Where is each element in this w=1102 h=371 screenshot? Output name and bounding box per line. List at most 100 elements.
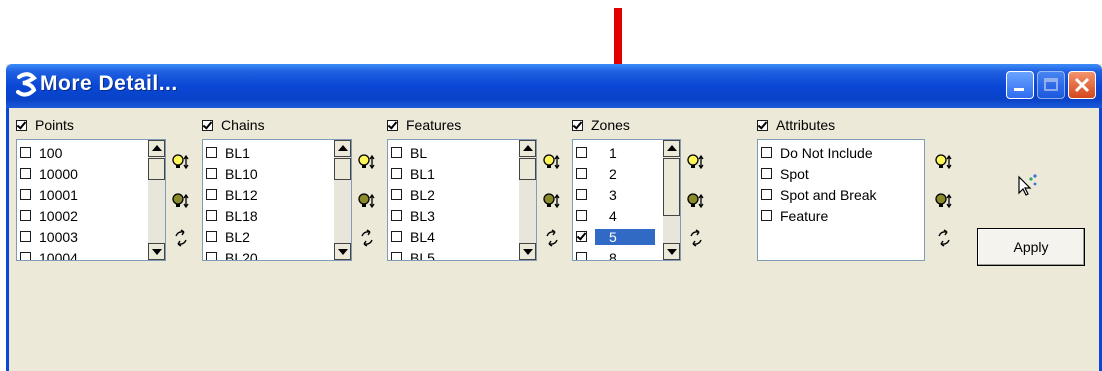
lightbulb-select-icon[interactable] — [685, 152, 707, 174]
scroll-down-button[interactable] — [334, 243, 351, 260]
scroll-down-button[interactable] — [663, 243, 680, 260]
close-button[interactable] — [1068, 71, 1096, 99]
item-checkbox[interactable] — [206, 189, 217, 200]
item-checkbox[interactable] — [761, 168, 772, 179]
apply-button[interactable]: Apply — [977, 228, 1085, 266]
item-checkbox[interactable] — [391, 210, 402, 221]
scroll-thumb[interactable] — [663, 158, 680, 216]
invert-selection-icon[interactable] — [933, 227, 955, 249]
list-item[interactable]: 3 — [575, 184, 655, 205]
lightbulb-select-icon[interactable] — [356, 152, 378, 174]
item-checkbox[interactable] — [761, 189, 772, 200]
list-item[interactable]: BL12 — [205, 184, 258, 205]
invert-selection-icon[interactable] — [356, 227, 378, 249]
list-item[interactable]: BL20 — [205, 247, 258, 260]
points-group-checkbox[interactable] — [16, 119, 27, 131]
list-item[interactable]: 4 — [575, 205, 655, 226]
list-item[interactable]: BL1 — [390, 163, 435, 184]
item-checkbox[interactable] — [20, 231, 31, 242]
invert-selection-icon[interactable] — [541, 227, 563, 249]
title-bar[interactable]: More Detail... — [6, 64, 1102, 108]
list-item[interactable]: BL4 — [390, 226, 435, 247]
invert-selection-icon[interactable] — [685, 227, 707, 249]
list-item[interactable]: 10000 — [19, 163, 78, 184]
list-item[interactable]: BL18 — [205, 205, 258, 226]
chains-scrollbar[interactable] — [334, 140, 351, 260]
item-checkbox[interactable] — [206, 168, 217, 179]
item-checkbox[interactable] — [391, 189, 402, 200]
points-scrollbar[interactable] — [148, 140, 165, 260]
scroll-up-button[interactable] — [663, 140, 680, 157]
scroll-up-button[interactable] — [519, 140, 536, 157]
points-group-header[interactable]: Points — [16, 116, 74, 134]
item-checkbox[interactable] — [576, 189, 587, 200]
item-checkbox[interactable] — [576, 147, 587, 158]
scroll-up-button[interactable] — [148, 140, 165, 157]
list-item[interactable]: BL10 — [205, 163, 258, 184]
zones-group-header[interactable]: Zones — [572, 116, 630, 134]
zones-group-checkbox[interactable] — [572, 119, 583, 131]
features-listbox[interactable]: BL BL1 BL2 BL3 BL4 BL5 — [387, 139, 537, 261]
item-checkbox[interactable] — [576, 231, 587, 242]
lightbulb-select-icon[interactable] — [170, 152, 192, 174]
features-scrollbar[interactable] — [519, 140, 536, 260]
list-item[interactable]: 1 — [575, 142, 655, 163]
list-item[interactable]: BL — [390, 142, 435, 163]
item-checkbox[interactable] — [761, 147, 772, 158]
invert-selection-icon[interactable] — [170, 227, 192, 249]
list-item[interactable]: BL2 — [205, 226, 258, 247]
list-item[interactable]: Spot and Break — [760, 184, 877, 205]
list-item[interactable]: 10001 — [19, 184, 78, 205]
scroll-thumb[interactable] — [148, 158, 165, 180]
features-group-checkbox[interactable] — [387, 119, 398, 131]
item-checkbox[interactable] — [20, 189, 31, 200]
list-item[interactable]: BL3 — [390, 205, 435, 226]
minimize-button[interactable] — [1006, 71, 1034, 99]
attributes-group-header[interactable]: Attributes — [757, 116, 835, 134]
list-item[interactable]: BL1 — [205, 142, 258, 163]
item-checkbox[interactable] — [391, 252, 402, 260]
scroll-thumb[interactable] — [519, 158, 536, 180]
list-item[interactable]: 100 — [19, 142, 78, 163]
scroll-down-button[interactable] — [519, 243, 536, 260]
scroll-up-button[interactable] — [334, 140, 351, 157]
list-item[interactable]: 10003 — [19, 226, 78, 247]
lightbulb-deselect-icon[interactable] — [356, 191, 378, 213]
list-item[interactable]: Feature — [760, 205, 877, 226]
lightbulb-deselect-icon[interactable] — [541, 191, 563, 213]
item-checkbox[interactable] — [20, 168, 31, 179]
item-checkbox[interactable] — [391, 231, 402, 242]
chains-group-checkbox[interactable] — [202, 119, 213, 131]
list-item[interactable]: BL5 — [390, 247, 435, 260]
zones-scrollbar[interactable] — [663, 140, 680, 260]
item-checkbox[interactable] — [206, 210, 217, 221]
lightbulb-select-icon[interactable] — [933, 152, 955, 174]
item-checkbox[interactable] — [206, 147, 217, 158]
scroll-thumb[interactable] — [334, 158, 351, 180]
list-item[interactable]: 8 — [575, 247, 655, 260]
item-checkbox[interactable] — [761, 210, 772, 221]
item-checkbox[interactable] — [206, 231, 217, 242]
attributes-listbox[interactable]: Do Not Include Spot Spot and Break Featu… — [757, 139, 925, 261]
scroll-down-button[interactable] — [148, 243, 165, 260]
item-checkbox[interactable] — [576, 210, 587, 221]
item-checkbox[interactable] — [20, 147, 31, 158]
item-checkbox[interactable] — [206, 252, 217, 260]
item-checkbox[interactable] — [391, 168, 402, 179]
chains-listbox[interactable]: BL1 BL10 BL12 BL18 BL2 BL20 — [202, 139, 352, 261]
item-checkbox[interactable] — [391, 147, 402, 158]
points-listbox[interactable]: 100 10000 10001 10002 10003 10004 — [16, 139, 166, 261]
lightbulb-deselect-icon[interactable] — [933, 191, 955, 213]
zones-listbox[interactable]: 1 2 3 4 5 8 — [572, 139, 681, 261]
lightbulb-deselect-icon[interactable] — [170, 191, 192, 213]
attributes-group-checkbox[interactable] — [757, 119, 768, 131]
features-group-header[interactable]: Features — [387, 116, 461, 134]
item-checkbox[interactable] — [20, 252, 31, 260]
list-item-selected[interactable]: 5 — [575, 226, 655, 247]
chains-group-header[interactable]: Chains — [202, 116, 265, 134]
list-item[interactable]: BL2 — [390, 184, 435, 205]
list-item[interactable]: 2 — [575, 163, 655, 184]
list-item[interactable]: Do Not Include — [760, 142, 877, 163]
maximize-button[interactable] — [1037, 71, 1065, 99]
list-item[interactable]: Spot — [760, 163, 877, 184]
